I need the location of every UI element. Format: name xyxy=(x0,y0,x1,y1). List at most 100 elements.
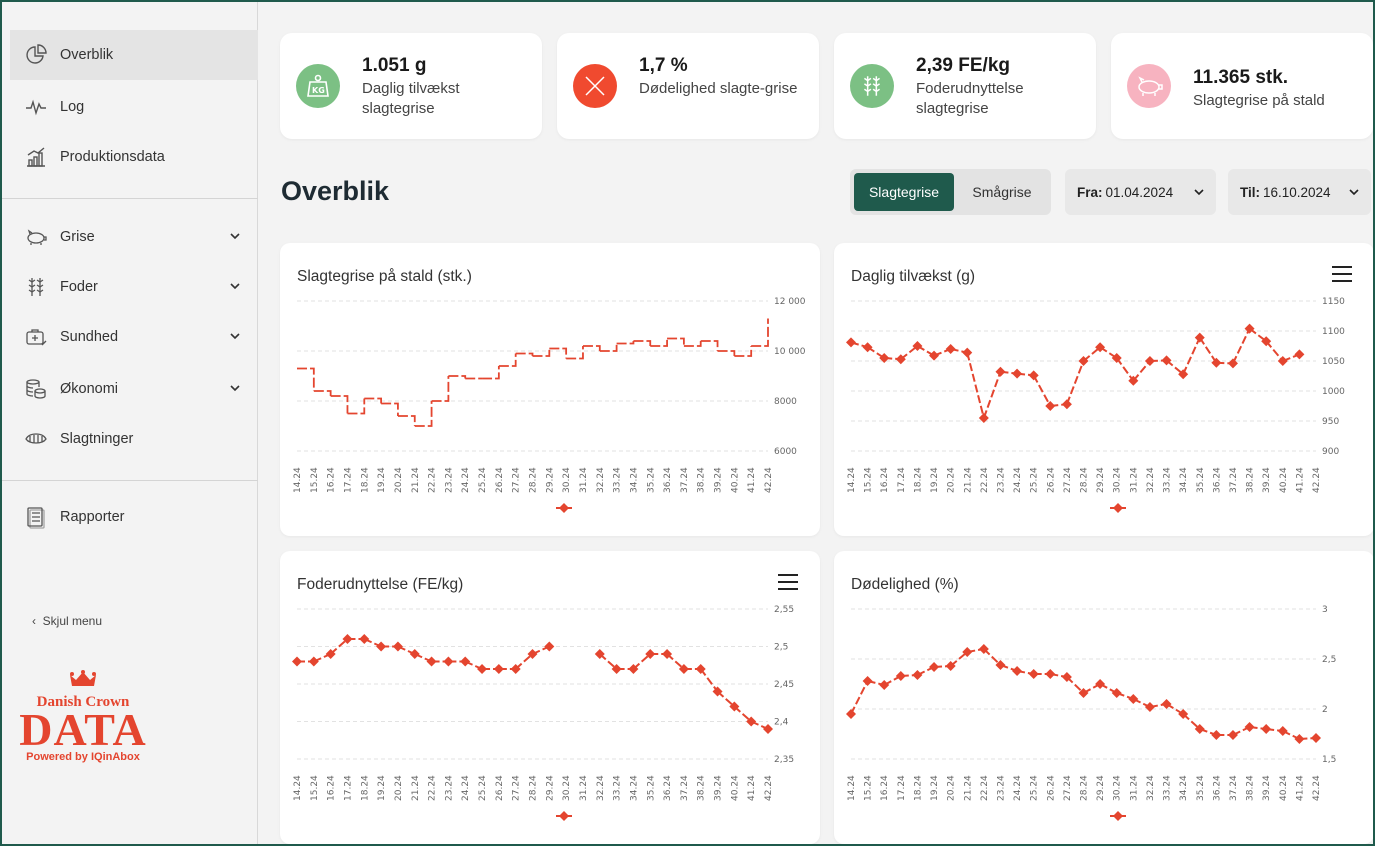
x-tick-label: 34.24 xyxy=(1179,467,1189,493)
sidebar-item-produktionsdata[interactable]: Produktionsdata xyxy=(10,132,258,182)
data-point xyxy=(1294,734,1305,744)
x-tick-label: 25.24 xyxy=(478,775,488,801)
data-line xyxy=(431,376,450,402)
hamburger-menu-icon[interactable] xyxy=(1330,265,1354,283)
x-tick-label: 29.24 xyxy=(1096,467,1106,493)
sidebar-item-label: Rapporter xyxy=(60,509,125,525)
kpi-card-daily-gain: KG 1.051 g Daglig tilvækst slagtegrise xyxy=(280,33,542,139)
sidebar-item-label: Log xyxy=(60,99,85,115)
y-tick-label: 950 xyxy=(1322,417,1339,427)
y-tick-label: 1000 xyxy=(1322,387,1345,397)
x-tick-label: 34.24 xyxy=(629,775,639,801)
data-point xyxy=(929,662,940,672)
x-tick-label: 17.24 xyxy=(897,775,907,801)
x-tick-label: 28.24 xyxy=(529,775,539,801)
data-point xyxy=(895,671,906,681)
data-point xyxy=(392,641,403,652)
chart-card-feed-conversion: 2,55 2,5 2,45 2,4 2,35 14.24 15.24 16.24 17.24 18… xyxy=(280,551,820,844)
x-tick-label: 33.24 xyxy=(1163,775,1173,801)
toggle-smagrise[interactable]: Smågrise xyxy=(956,173,1048,211)
data-line xyxy=(1198,337,1218,364)
pig-icon xyxy=(27,229,47,245)
sidebar-item-log[interactable]: Log xyxy=(10,82,258,132)
toggle-slagtegrise[interactable]: Slagtegrise xyxy=(854,173,954,211)
kpi-value: 2,39 FE/kg xyxy=(916,55,1010,76)
x-icon xyxy=(573,64,617,108)
x-tick-label: 21.24 xyxy=(411,467,421,493)
data-point xyxy=(1045,669,1056,679)
x-tick-label: 32.24 xyxy=(1146,775,1156,801)
x-tick-label: 16.24 xyxy=(327,467,337,493)
data-point xyxy=(308,656,319,667)
hamburger-menu-icon[interactable] xyxy=(776,573,800,591)
x-tick-label: 17.24 xyxy=(897,467,907,493)
x-tick-label: 15.24 xyxy=(864,467,874,493)
legend-marker xyxy=(559,811,569,821)
y-tick-label: 1,5 xyxy=(1322,755,1336,765)
x-tick-label: 22.24 xyxy=(980,467,990,493)
chevron-down-icon xyxy=(1194,189,1204,196)
data-line xyxy=(498,353,517,367)
data-point xyxy=(1012,368,1023,379)
data-line xyxy=(982,371,1002,419)
x-tick-label: 22.24 xyxy=(980,775,990,801)
data-line xyxy=(1182,337,1201,375)
x-tick-label: 40.24 xyxy=(1279,467,1289,493)
kpi-label: Foderudnyttelse slagtegrise xyxy=(916,80,1024,117)
sidebar-item-foder[interactable]: Foder xyxy=(10,262,258,312)
data-point xyxy=(1161,699,1172,709)
sidebar-item-label: Slagtninger xyxy=(60,431,134,447)
chart-mortality: 3 2,5 2 1,5 14.24 15.24 16.24 17.24 18.24 19.24 20… xyxy=(846,605,1336,821)
data-point xyxy=(1211,730,1222,740)
x-tick-label: 14.24 xyxy=(293,775,303,801)
data-point xyxy=(544,641,555,652)
x-tick-label: 33.24 xyxy=(613,775,623,801)
x-tick-label: 35.24 xyxy=(1196,775,1206,801)
chart-title: Slagtegrise på stald (stk.) xyxy=(297,268,472,285)
x-tick-label: 16.24 xyxy=(880,467,890,493)
data-point xyxy=(1294,349,1305,360)
x-tick-label: 39.24 xyxy=(714,775,724,801)
x-tick-label: 28.24 xyxy=(529,467,539,493)
sidebar-item-sundhed[interactable]: Sundhed xyxy=(10,312,258,362)
sidebar-item-rapporter[interactable]: Rapporter xyxy=(10,492,258,542)
y-tick-label: 2,5 xyxy=(774,643,788,653)
chevron-down-icon xyxy=(1349,189,1359,196)
data-point xyxy=(846,337,856,348)
x-tick-label: 18.24 xyxy=(913,775,923,801)
document-icon xyxy=(27,507,45,529)
x-tick-label: 31.24 xyxy=(1129,467,1139,493)
to-date-select[interactable]: Til: 16.10.2024 xyxy=(1228,169,1371,215)
sidebar-item-overblik[interactable]: Overblik xyxy=(10,30,258,80)
x-tick-label: 28.24 xyxy=(1080,775,1090,801)
x-tick-label: 23.24 xyxy=(444,467,454,493)
sidebar-item-slagtninger[interactable]: Slagtninger xyxy=(10,414,258,464)
sidebar-item-okonomi[interactable]: Økonomi xyxy=(10,364,258,414)
from-date-select[interactable]: Fra: 01.04.2024 xyxy=(1065,169,1216,215)
chevron-left-icon: ‹ xyxy=(32,614,43,628)
data-point xyxy=(1028,370,1039,381)
sidebar-item-grise[interactable]: Grise xyxy=(10,212,258,262)
chart-title: Dødelighed (%) xyxy=(851,576,959,593)
data-line xyxy=(397,415,416,426)
chart-title: Daglig tilvækst (g) xyxy=(851,268,976,285)
data-point xyxy=(1277,356,1288,366)
y-tick-label: 2,45 xyxy=(774,680,794,690)
x-tick-label: 24.24 xyxy=(461,775,471,801)
y-tick-label: 2,4 xyxy=(774,718,789,728)
x-tick-label: 23.24 xyxy=(996,775,1006,801)
data-line xyxy=(1232,328,1251,364)
x-tick-label: 18.24 xyxy=(360,775,370,801)
x-tick-label: 15.24 xyxy=(310,467,320,493)
y-tick-label: 2,35 xyxy=(774,755,794,765)
data-point xyxy=(945,344,956,354)
x-tick-label: 28.24 xyxy=(1080,467,1090,493)
data-line xyxy=(633,340,652,346)
data-point xyxy=(1111,688,1122,698)
hide-menu-button[interactable]: ‹ Skjul menu xyxy=(32,614,102,628)
x-tick-label: 37.24 xyxy=(1229,775,1239,801)
data-line xyxy=(582,345,601,351)
data-point xyxy=(1261,724,1272,734)
data-point xyxy=(1311,733,1321,743)
x-tick-label: 22.24 xyxy=(428,467,438,493)
